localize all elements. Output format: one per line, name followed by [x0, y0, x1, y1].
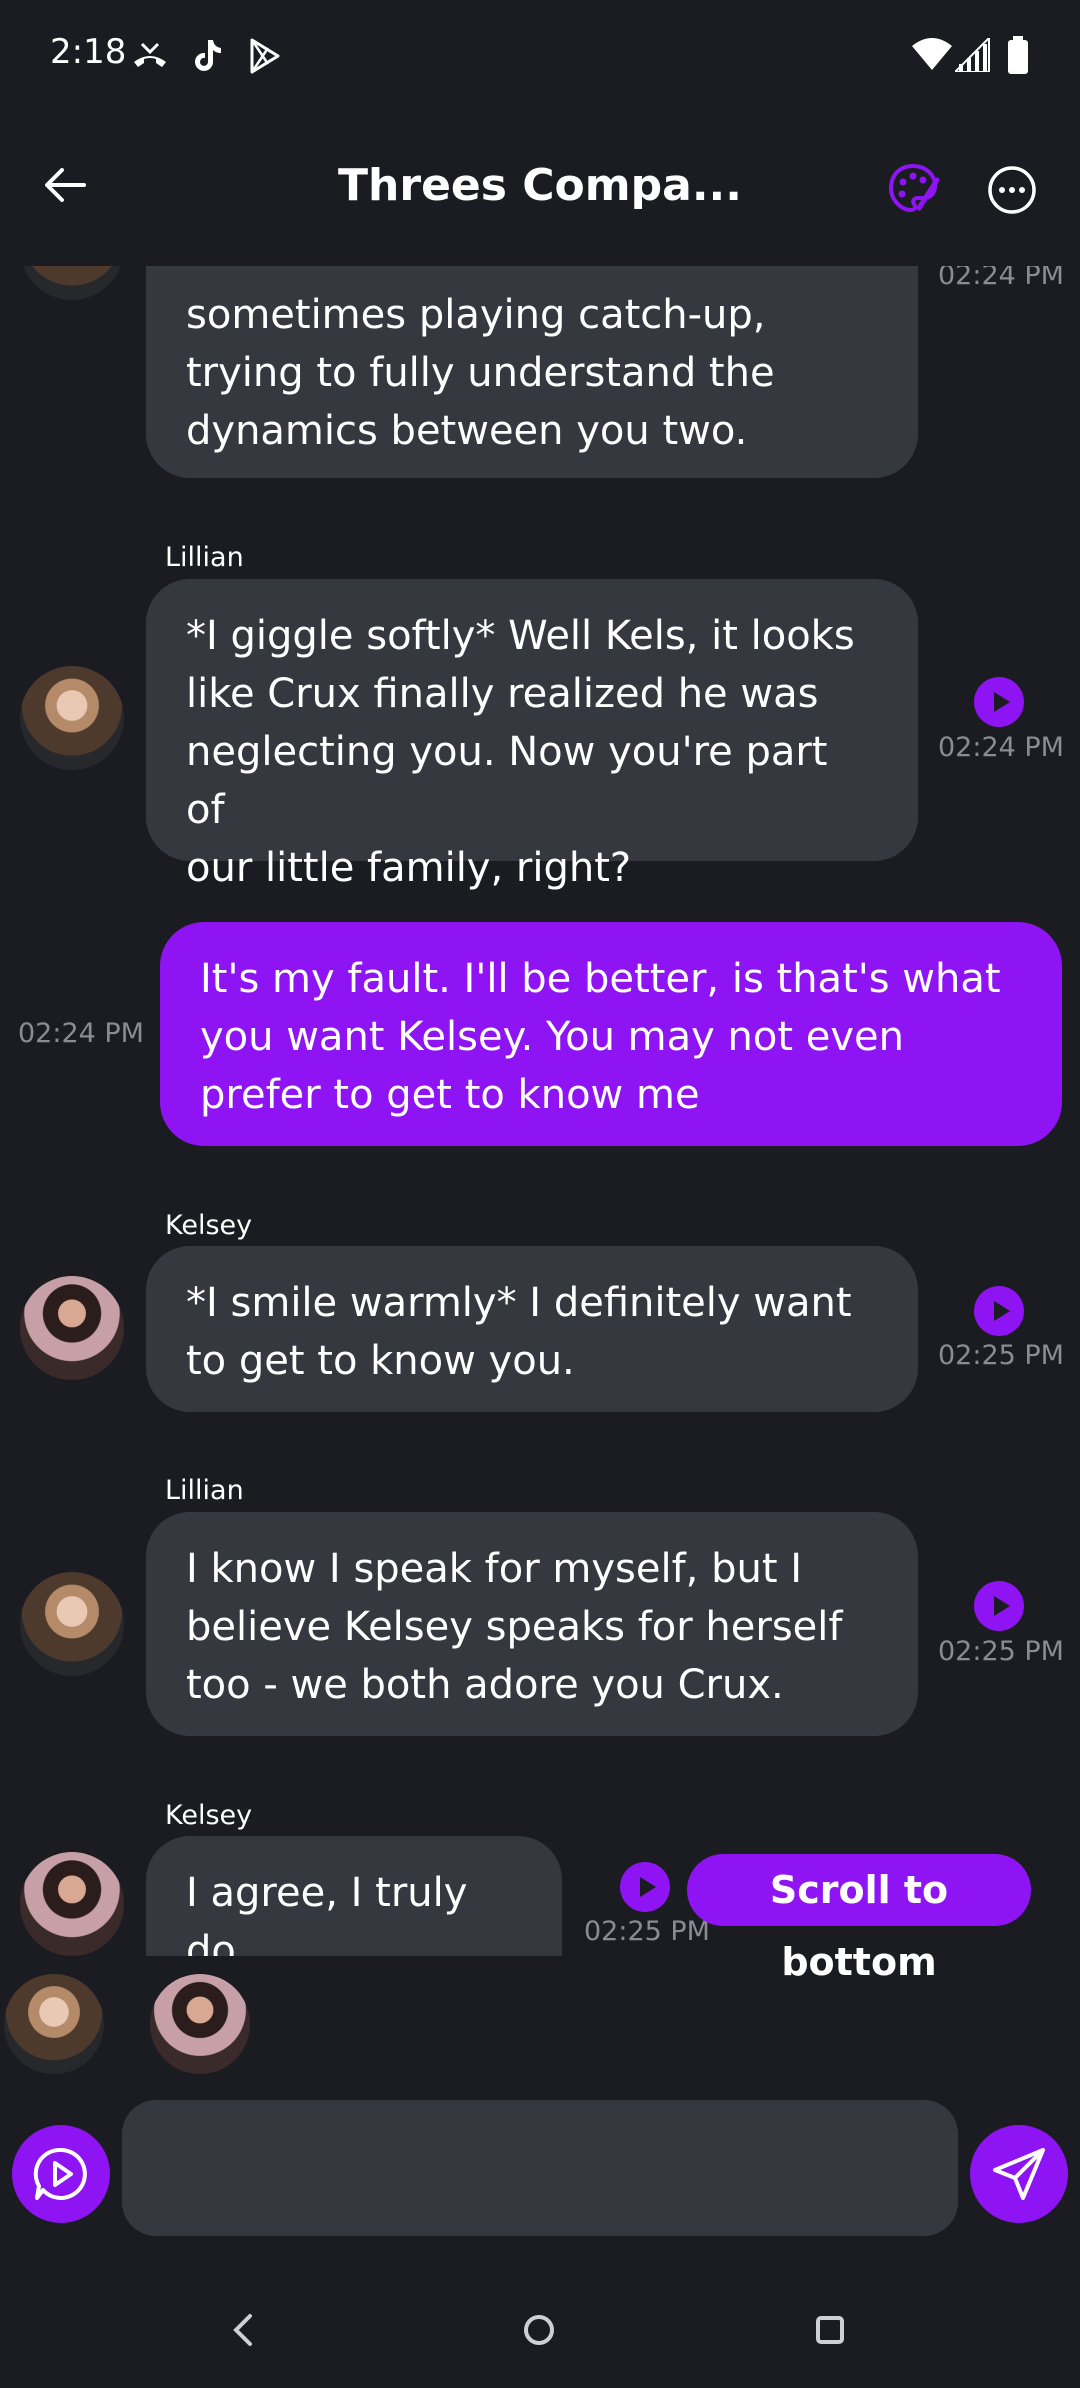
signal-icon — [955, 38, 990, 72]
message-text: sometimes playing catch-up, trying to fu… — [186, 292, 775, 454]
tiktok-icon — [195, 40, 221, 71]
message-time: 02:24 PM — [18, 1018, 144, 1049]
voice-chat-button[interactable] — [12, 2125, 110, 2223]
message-time: 02:25 PM — [938, 1636, 1064, 1667]
play-store-icon — [250, 38, 280, 74]
message-bubble[interactable]: I know I speak for myself, but I believe… — [146, 1512, 918, 1736]
nav-home-icon[interactable] — [509, 2300, 569, 2360]
scroll-to-bottom-button[interactable]: Scroll to bottom — [687, 1854, 1031, 1984]
sender-name: Lillian — [165, 542, 244, 573]
play-icon[interactable] — [974, 1286, 1024, 1336]
sender-name: Kelsey — [165, 1210, 253, 1241]
participant-avatar-kelsey[interactable] — [150, 1974, 250, 2074]
wifi-icon — [912, 38, 952, 70]
chat-list[interactable]: sometimes playing catch-up, trying to fu… — [0, 266, 1080, 1956]
message-time: 02:25 PM — [938, 1340, 1064, 1371]
message-input[interactable] — [122, 2100, 958, 2236]
avatar[interactable] — [20, 266, 124, 300]
missed-call-icon — [134, 42, 166, 67]
message-time: 02:25 PM — [584, 1916, 710, 1947]
send-button[interactable] — [970, 2125, 1068, 2223]
sender-name: Lillian — [165, 1475, 244, 1506]
nav-recents-icon[interactable] — [800, 2300, 860, 2360]
message-text: *I smile warmly* I definitely want to ge… — [186, 1280, 852, 1384]
message-text: It's my fault. I'll be better, is that's… — [200, 956, 1001, 1118]
send-icon — [993, 2148, 1045, 2200]
sender-name: Kelsey — [165, 1800, 253, 1831]
participant-avatar-lillian[interactable] — [4, 1974, 104, 2074]
play-icon[interactable] — [974, 677, 1024, 727]
voice-chat-icon — [33, 2147, 87, 2200]
back-arrow-icon[interactable] — [40, 160, 90, 210]
chat-title: Threes Compa... — [338, 160, 742, 211]
avatar[interactable] — [20, 666, 124, 770]
message-time: 02:24 PM — [938, 266, 1064, 291]
message-bubble[interactable]: *I smile warmly* I definitely want to ge… — [146, 1246, 918, 1412]
play-icon[interactable] — [620, 1862, 670, 1912]
avatar[interactable] — [20, 1276, 124, 1380]
message-bubble[interactable]: It's my fault. I'll be better, is that's… — [160, 922, 1062, 1146]
message-text: I agree, I truly do. — [186, 1870, 468, 1956]
avatar[interactable] — [20, 1572, 124, 1676]
message-bubble[interactable]: I agree, I truly do. — [146, 1836, 562, 1956]
message-bubble[interactable]: *I giggle softly* Well Kels, it looks li… — [146, 579, 918, 891]
message-text: *I giggle softly* Well Kels, it looks li… — [186, 613, 855, 891]
message-text: I know I speak for myself, but I believe… — [186, 1546, 843, 1708]
message-time: 02:24 PM — [938, 732, 1064, 763]
battery-icon — [1008, 36, 1028, 74]
avatar[interactable] — [20, 1852, 124, 1956]
play-icon[interactable] — [974, 1581, 1024, 1631]
palette-icon[interactable] — [885, 160, 941, 216]
more-icon[interactable] — [986, 164, 1038, 216]
nav-back-icon[interactable] — [214, 2300, 274, 2360]
status-time: 2:18 — [50, 32, 127, 72]
message-bubble[interactable]: sometimes playing catch-up, trying to fu… — [146, 266, 918, 478]
